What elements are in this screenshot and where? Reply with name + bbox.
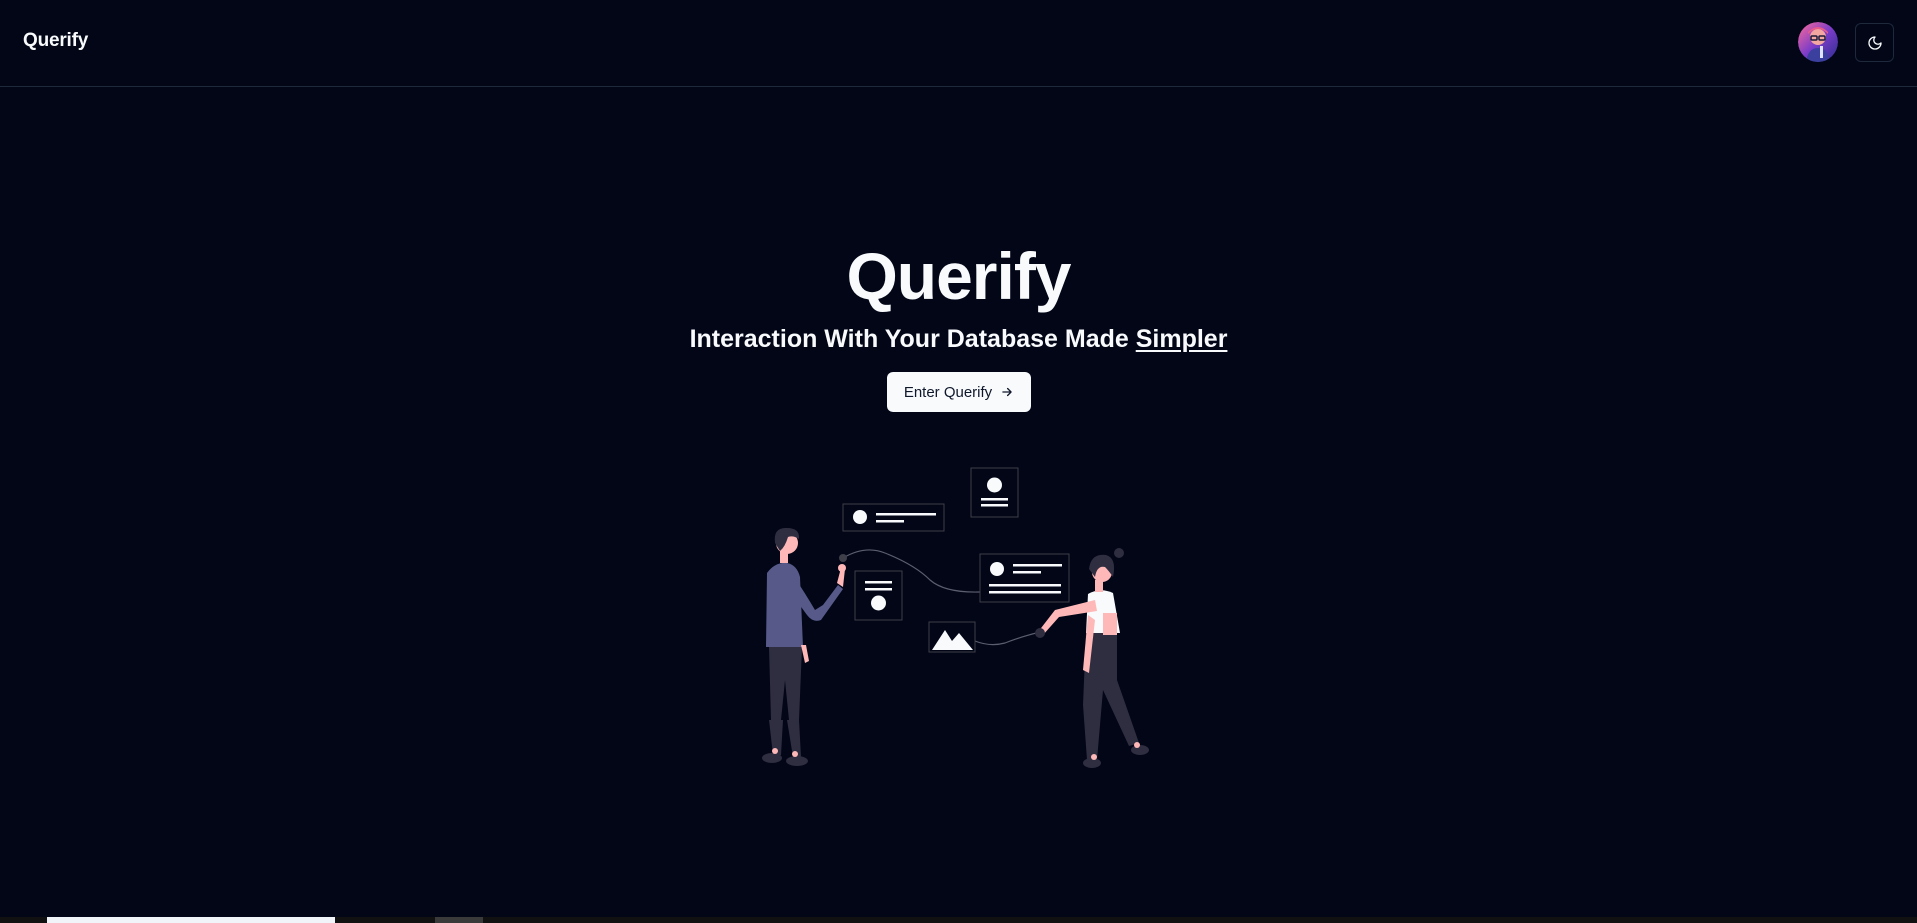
subtitle-emphasis: Simpler (1135, 325, 1228, 353)
enter-querify-label: Enter Querify (903, 383, 993, 401)
theme-toggle-button[interactable] (1855, 23, 1894, 62)
document-card (854, 570, 903, 621)
scrollbar-marker (435, 917, 483, 923)
hero-subtitle: Interaction With Your Database Made Simp… (0, 323, 1917, 355)
scrollbar-thumb[interactable] (47, 917, 335, 923)
hero-title: Querify (846, 239, 1071, 313)
arrow-right-icon (1002, 387, 1012, 397)
profile-card (842, 503, 945, 532)
navbar: Querify (0, 0, 1917, 87)
image-card (928, 621, 976, 653)
enter-querify-button[interactable]: Enter Querify (887, 372, 1031, 412)
connector-dot (839, 554, 847, 562)
avatar-image (1798, 22, 1838, 62)
content-card (979, 553, 1070, 603)
people-sharing-content-illustration (762, 467, 1149, 768)
brand-logo[interactable]: Querify (23, 30, 88, 52)
man-figure (762, 527, 846, 766)
user-avatar[interactable] (1798, 22, 1838, 62)
profile-card-vertical (970, 467, 1019, 518)
subtitle-text: Interaction With Your Database Made (689, 325, 1136, 353)
moon-icon (1867, 35, 1882, 50)
connector-line (974, 631, 1041, 646)
